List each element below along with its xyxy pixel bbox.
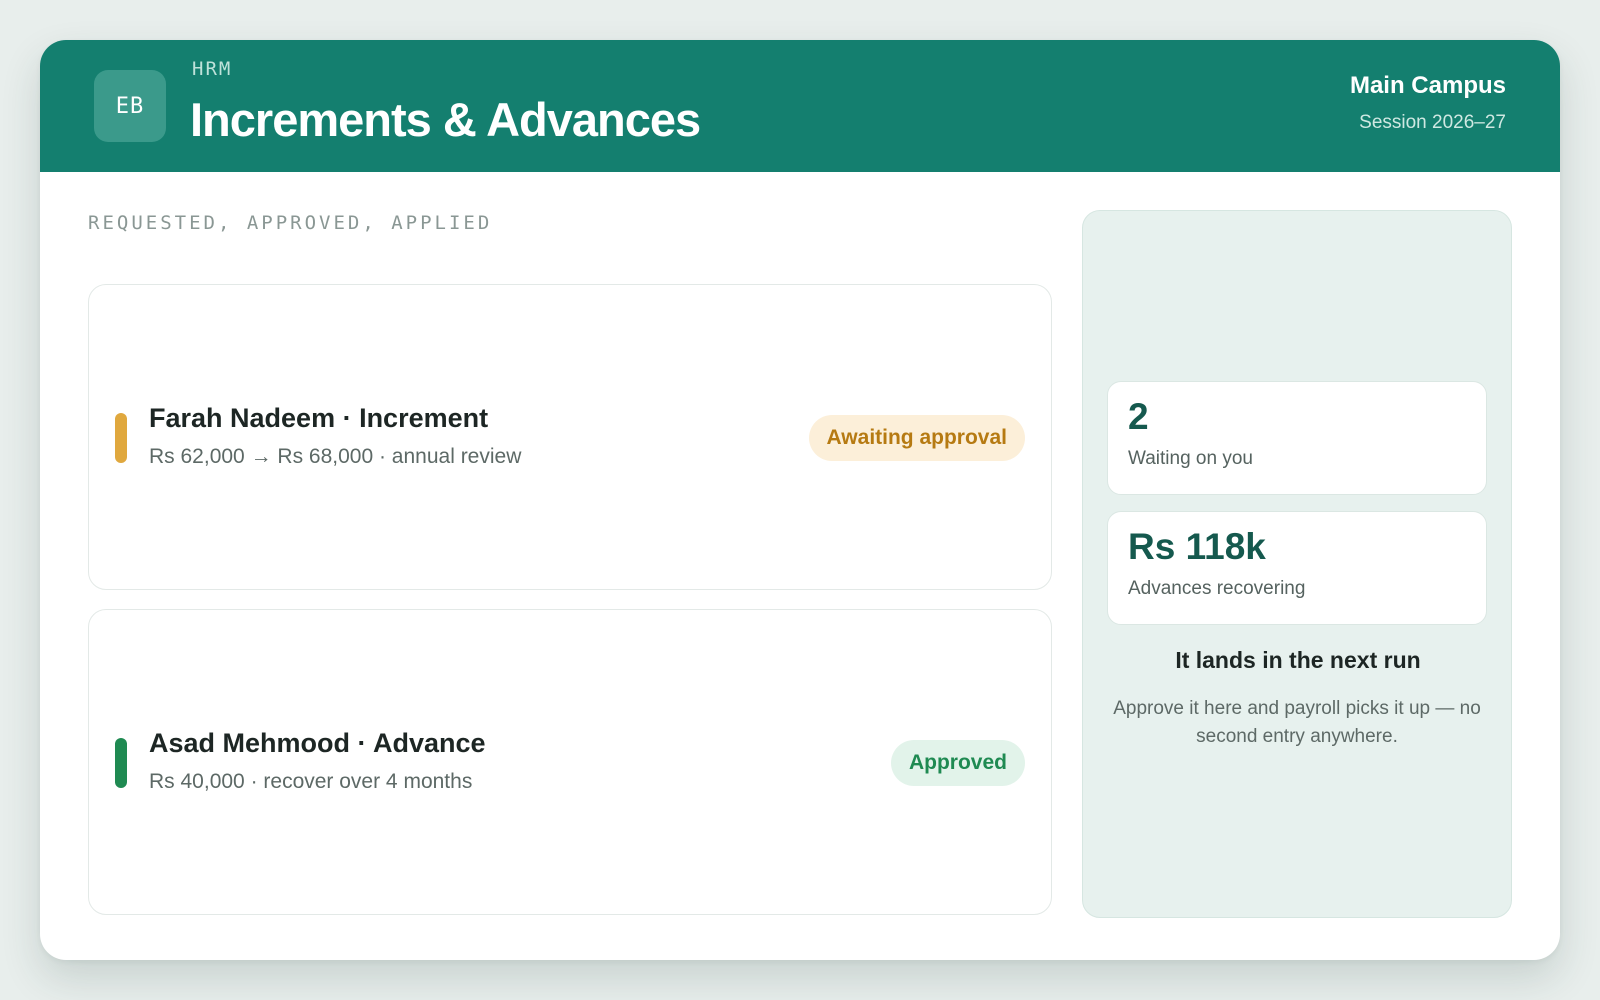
app-window: EB HRM Increments & Advances Main Campus… (40, 40, 1560, 960)
status-badge-approved[interactable]: Approved (890, 740, 1025, 786)
section-label: REQUESTED, APPROVED, APPLIED (88, 212, 493, 234)
header-bar: EB HRM Increments & Advances Main Campus… (40, 40, 1560, 172)
stat-value: Rs 118k (1128, 526, 1266, 567)
app-label: HRM (192, 58, 233, 80)
stat-card-waiting: 2 Waiting on you (1107, 381, 1487, 495)
stat-card-advances: Rs 118k Advances recovering (1107, 511, 1487, 625)
page-title: Increments & Advances (190, 93, 701, 146)
stat-value: 2 (1128, 396, 1149, 437)
status-badge-awaiting[interactable]: Awaiting approval (808, 415, 1025, 461)
request-title: Asad Mehmood · Advance (149, 728, 486, 758)
campus-name: Main Campus (1349, 72, 1506, 99)
session-label: Session 2026–27 (1359, 112, 1506, 133)
campus-info: Main Campus Session 2026–27 (1350, 72, 1506, 134)
note-body: Approve it here and payroll picks it up … (1113, 698, 1481, 747)
stat-label: Waiting on you (1128, 448, 1253, 469)
request-detail: Rs 62,000 → Rs 68,000 · annual review (149, 445, 522, 468)
status-indicator (115, 738, 127, 788)
logo-avatar: EB (94, 70, 166, 142)
note-title: It lands in the next run (1175, 647, 1421, 673)
request-card-increment[interactable]: Farah Nadeem · Increment Rs 62,000 → Rs … (88, 284, 1052, 590)
stat-label: Advances recovering (1128, 578, 1306, 599)
request-detail: Rs 40,000 · recover over 4 months (149, 770, 473, 793)
summary-panel: 2 Waiting on you Rs 118k Advances recove… (1082, 210, 1512, 918)
request-card-advance[interactable]: Asad Mehmood · Advance Rs 40,000 · recov… (88, 609, 1052, 915)
request-title: Farah Nadeem · Increment (149, 403, 489, 433)
status-indicator (115, 413, 127, 463)
